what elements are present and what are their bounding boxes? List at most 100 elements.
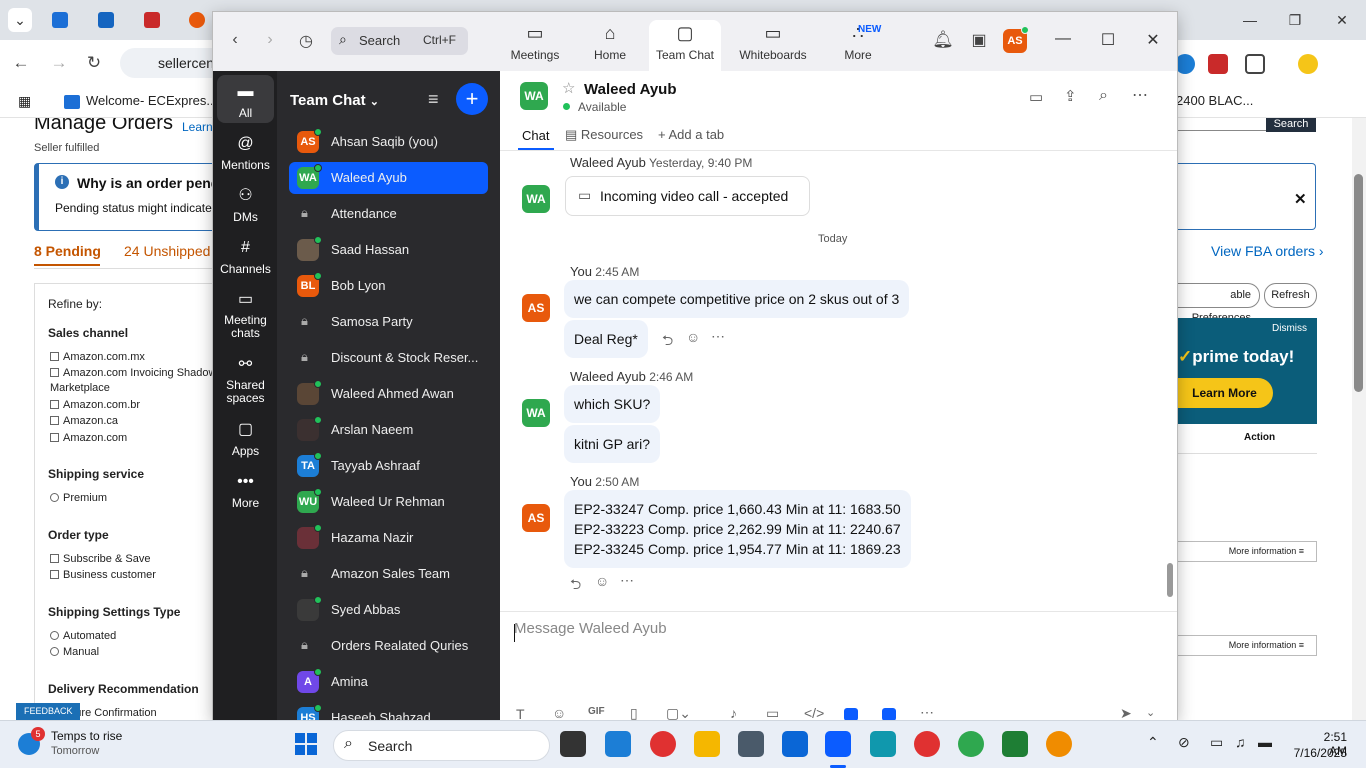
send-icon[interactable]: ➤ [1120,705,1132,720]
feedback-tab[interactable]: FEEDBACK ✕ [16,703,80,720]
task-view-icon[interactable] [560,731,586,757]
microphone-icon[interactable]: ♪ [730,705,737,720]
chat-list-item[interactable]: 🔒︎ Discount & Stock Reser... [289,342,488,374]
extension-icon[interactable] [1175,54,1195,74]
contact-avatar[interactable]: WA [520,82,548,110]
table-preferences-button[interactable]: able Preferences [1176,283,1260,324]
app-icon[interactable] [882,708,896,720]
rail-shared-spaces[interactable]: ⚯ Shared spaces [217,354,274,405]
minimize-icon[interactable]: — [1053,30,1073,48]
rail-apps[interactable]: ▢ Apps [217,419,274,458]
gif-icon[interactable]: GIF [588,706,605,717]
chevron-down-icon[interactable]: ⌄ [1146,706,1155,719]
more-information-button[interactable]: More information ≡ [1176,541,1317,562]
puzzle-icon[interactable] [1245,54,1265,74]
close-icon[interactable]: ✕ [1143,30,1163,50]
back-icon[interactable]: ‹ [227,31,243,49]
scrollbar-thumb[interactable] [1167,563,1173,597]
channel-option[interactable]: Amazon.com Invoicing Shadow [50,367,216,379]
store-icon[interactable] [605,731,631,757]
chrome-profile-icon[interactable] [1046,731,1072,757]
outlook-icon[interactable] [782,731,808,757]
tab-team-chat[interactable]: ▢ Team Chat [649,20,721,71]
rail-mentions[interactable]: @ Mentions [217,133,274,172]
file-icon[interactable]: ▯ [630,705,638,720]
message-avatar[interactable]: AS [522,294,550,322]
message-bubble[interactable]: which SKU? [564,385,661,423]
rail-meeting-chats[interactable]: ▭ Meeting chats [217,289,274,340]
forward-icon[interactable]: → [48,52,70,74]
chat-list-item[interactable]: TA Tayyab Ashraaf [289,450,488,482]
screenshot-icon[interactable]: ▢⌄ [666,705,691,720]
message-avatar[interactable]: WA [522,399,550,427]
chat-list-item[interactable]: WU Waleed Ur Rehman [289,486,488,518]
more-actions-icon[interactable]: ⋯ [711,328,725,345]
call-event-card[interactable]: ▭ Incoming video call - accepted [565,176,810,216]
windows-start-icon[interactable] [295,733,317,755]
tab-pending[interactable]: 8 Pending [34,243,101,259]
business-option[interactable]: Business customer [50,569,156,581]
reload-icon[interactable]: ↻ [83,52,105,74]
rail-all[interactable]: ▬ All [217,75,274,123]
premium-option[interactable]: Premium [50,492,107,504]
learn-link[interactable]: Learn [182,120,213,134]
reply-icon[interactable]: ⮌ [570,574,581,598]
chevron-up-icon[interactable]: ⌃ [1147,734,1159,751]
clock-date[interactable]: 7/16/2025 [1290,746,1347,760]
channel-option[interactable]: Amazon.com [50,432,127,444]
chat-list-item[interactable]: 🔒︎ Orders Realated Quries [289,630,488,662]
rail-more[interactable]: ••• More [217,471,274,510]
chat-list-item[interactable]: 🔒︎ Attendance [289,198,488,230]
bell-icon[interactable]: 🔔︎ [932,30,954,50]
display-icon[interactable]: ▭ [1210,734,1223,751]
app-icon[interactable] [844,708,858,720]
chrome-icon[interactable] [650,731,676,757]
chat-list-item[interactable]: AS Ahsan Saqib (you) [289,126,488,158]
volume-icon[interactable]: ♫ [1235,734,1246,750]
channel-option[interactable]: Amazon.com.br [50,399,140,411]
tab-chat[interactable]: Chat [522,128,549,143]
tab-home[interactable]: ⌂ Home [585,20,635,71]
tab-favicon[interactable] [98,12,114,28]
taskbar-search[interactable]: ⌕ Search [333,730,550,761]
manual-option[interactable]: Manual [50,646,99,658]
message-bubble[interactable]: kitni GP ari? [564,425,660,463]
restore-icon[interactable]: ❐ [1285,10,1305,30]
calculator-icon[interactable] [738,731,764,757]
page-scrollbar[interactable] [1352,118,1366,720]
back-icon[interactable]: ← [10,52,32,74]
add-tab-button[interactable]: + Add a tab [658,127,724,142]
network-icon[interactable]: ⊘ [1178,734,1190,751]
message-avatar[interactable]: WA [522,185,550,213]
chat-list-item[interactable]: WA Waleed Ayub [289,162,488,194]
zoom-app-icon[interactable] [825,731,851,757]
message-bubble[interactable]: we can compete competitive price on 2 sk… [564,280,910,318]
ec-favicon[interactable] [52,12,68,28]
chat-list-item[interactable]: 🔒︎ Samosa Party [289,306,488,338]
ellipsis-icon[interactable]: ⋯ [920,704,934,720]
prime-dismiss[interactable]: Dismiss [1272,323,1307,334]
share-screen-icon[interactable]: ⇪ [1064,87,1077,105]
tab-whiteboards[interactable]: ▭ Whiteboards [736,20,810,71]
ellipsis-icon[interactable]: ⋯ [1132,85,1148,105]
excel-icon[interactable] [1002,731,1028,757]
more-information-button[interactable]: More information ≡ [1176,635,1317,656]
maximize-icon[interactable]: ☐ [1098,30,1118,50]
tab-unshipped[interactable]: 24 Unshipped [124,243,210,259]
chrome-profile-icon[interactable] [914,731,940,757]
chat-list-item[interactable]: HS Haseeb Shahzad [289,702,488,720]
forward-icon[interactable]: › [262,31,278,49]
chat-list-item[interactable]: Arslan Naeem [289,414,488,446]
filter-icon[interactable]: ≡ [428,89,439,110]
channel-option[interactable]: Amazon.ca [50,415,118,427]
chat-list-item[interactable]: Hazama Nazir [289,522,488,554]
chat-list-item[interactable]: A Amina [289,666,488,698]
tab-favicon[interactable] [189,12,205,28]
more-actions-icon[interactable]: ⋯ [620,572,634,589]
chat-list-title[interactable]: Team Chat ⌄ [290,92,379,109]
search-icon[interactable]: ⌕ [1099,87,1108,105]
tab-search-icon[interactable]: ⌄ [8,8,32,32]
chat-list-item[interactable]: BL Bob Lyon [289,270,488,302]
automated-option[interactable]: Automated [50,630,116,642]
pdf-extension-icon[interactable] [1208,54,1228,74]
